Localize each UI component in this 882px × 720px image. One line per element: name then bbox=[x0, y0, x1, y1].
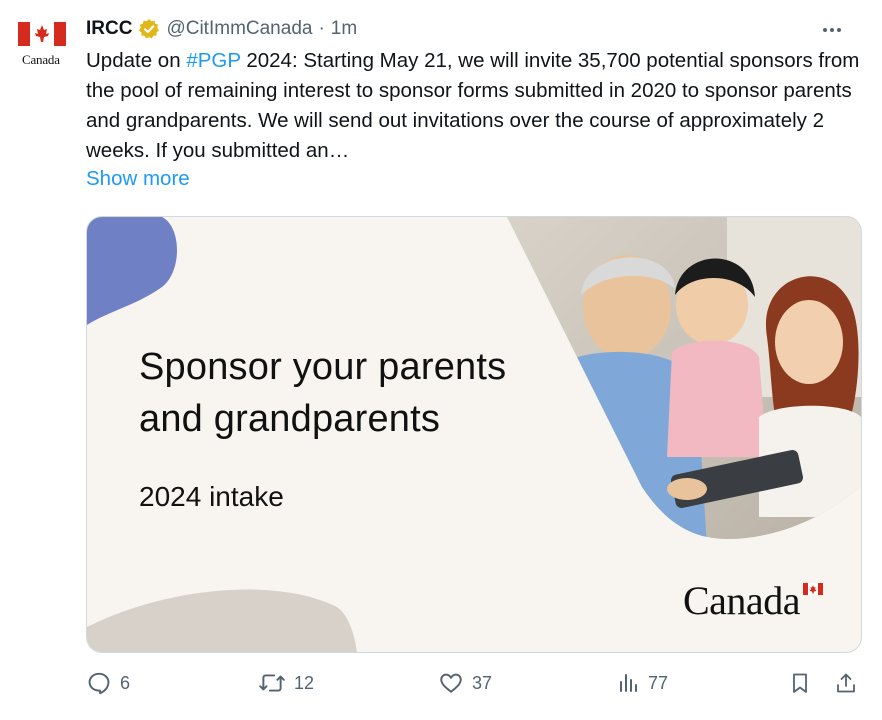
reply-count: 6 bbox=[120, 672, 131, 693]
hashtag-link[interactable]: #PGP bbox=[186, 49, 240, 72]
author-name[interactable]: IRCC bbox=[86, 18, 132, 40]
repost-count: 12 bbox=[294, 672, 315, 693]
blue-shape bbox=[87, 217, 177, 325]
repost-button[interactable]: 12 bbox=[258, 670, 314, 696]
view-count: 77 bbox=[648, 672, 669, 693]
header-separator: · bbox=[318, 18, 325, 39]
heart-icon bbox=[440, 673, 462, 693]
tweet-text: Update on #PGP 2024: Starting May 21, we… bbox=[86, 46, 866, 166]
grey-shape bbox=[87, 589, 357, 652]
card-title: Sponsor your parents and grandparents bbox=[139, 341, 559, 445]
tweet: Canada IRCC @CitImmCanada · 1m Update on… bbox=[0, 0, 882, 720]
more-options-icon[interactable] bbox=[818, 20, 846, 40]
card-title-line-2: and grandparents bbox=[139, 398, 441, 440]
media-image[interactable]: Sponsor your parents and grandparents 20… bbox=[86, 216, 862, 653]
tweet-actions: 6 12 37 77 bbox=[86, 670, 866, 704]
avatar-label: Canada bbox=[22, 52, 60, 67]
reply-icon bbox=[88, 672, 110, 695]
tweet-header: IRCC @CitImmCanada · 1m bbox=[86, 14, 862, 44]
show-more-link[interactable]: Show more bbox=[86, 167, 190, 191]
share-icon bbox=[837, 673, 855, 693]
avatar[interactable]: Canada bbox=[18, 22, 70, 74]
reply-button[interactable]: 6 bbox=[86, 670, 130, 696]
verified-badge-icon[interactable] bbox=[138, 18, 160, 40]
card-subtitle: 2024 intake bbox=[139, 481, 284, 512]
tweet-text-start: Update on bbox=[86, 49, 187, 72]
share-button[interactable] bbox=[834, 670, 858, 696]
like-button[interactable]: 37 bbox=[438, 670, 492, 696]
like-count: 37 bbox=[472, 672, 493, 693]
canada-flag-icon bbox=[18, 22, 66, 46]
repost-icon bbox=[259, 674, 285, 692]
bookmark-icon bbox=[793, 673, 807, 693]
views-icon bbox=[620, 674, 637, 692]
author-handle[interactable]: @CitImmCanada bbox=[166, 18, 312, 40]
views-button[interactable]: 77 bbox=[616, 670, 668, 696]
canada-wordmark: Canada bbox=[683, 578, 800, 623]
bookmark-button[interactable] bbox=[788, 670, 812, 696]
timestamp[interactable]: 1m bbox=[331, 18, 357, 40]
wordmark-flag-icon bbox=[803, 583, 823, 595]
card-title-line-1: Sponsor your parents bbox=[139, 346, 507, 388]
